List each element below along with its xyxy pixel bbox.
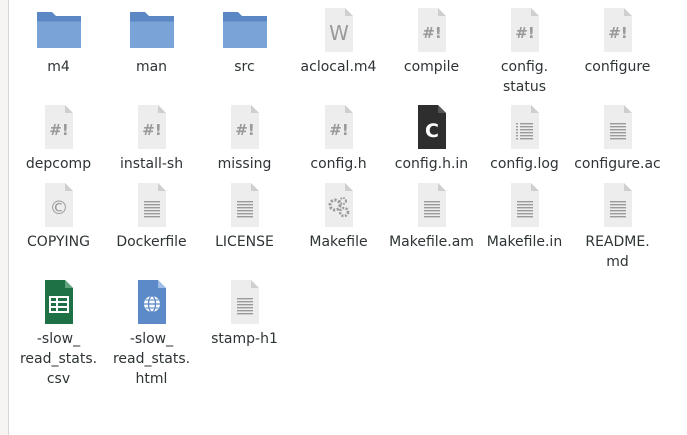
text-icon — [594, 181, 642, 229]
file-item-stamp-h1[interactable]: stamp-h1 — [198, 278, 291, 349]
spreadsheet-icon — [35, 278, 83, 326]
file-label: COPYING — [27, 234, 90, 250]
file-label: Makefile.am — [389, 234, 474, 250]
file-item-compile[interactable]: #! compile — [385, 6, 478, 77]
file-label: configure — [584, 59, 651, 75]
folder-icon — [221, 6, 269, 54]
file-item-install-sh[interactable]: #! install-sh — [105, 103, 198, 174]
file-item-readme[interactable]: README. md — [571, 181, 664, 272]
svg-text:#!: #! — [515, 24, 534, 42]
text-icon — [221, 181, 269, 229]
file-item-copying[interactable]: © COPYING — [12, 181, 105, 252]
svg-text:©: © — [49, 197, 68, 219]
file-item-configure-ac[interactable]: configure.ac — [571, 103, 664, 174]
file-grid: m4 man src W aclocal.m4 #! compile #! co… — [12, 0, 687, 435]
svg-text:W: W — [329, 21, 349, 45]
folder-icon — [128, 6, 176, 54]
file-label: -slow_ read_stats. html — [112, 331, 191, 387]
file-label: LICENSE — [215, 234, 274, 250]
file-item-man[interactable]: man — [105, 6, 198, 77]
file-label: -slow_ read_stats. csv — [19, 331, 98, 387]
script-icon: #! — [221, 103, 269, 151]
script-icon: #! — [501, 6, 549, 54]
script-icon: #! — [128, 103, 176, 151]
svg-text:C: C — [425, 120, 439, 142]
file-label: depcomp — [25, 156, 92, 172]
file-label: install-sh — [119, 156, 184, 172]
svg-text:#!: #! — [608, 24, 627, 42]
svg-text:#!: #! — [422, 24, 441, 42]
file-item-config-status[interactable]: #! config. status — [478, 6, 571, 97]
folder-icon — [35, 6, 83, 54]
file-item-config-h-in[interactable]: C config.h.in — [385, 103, 478, 174]
file-item-missing[interactable]: #! missing — [198, 103, 291, 174]
script-icon: #! — [594, 6, 642, 54]
file-item-src[interactable]: src — [198, 6, 291, 77]
file-item-makefile[interactable]: Makefile — [292, 181, 385, 252]
text-icon — [221, 278, 269, 326]
file-item-makefile-in[interactable]: Makefile.in — [478, 181, 571, 252]
file-item-makefile-am[interactable]: Makefile.am — [385, 181, 478, 252]
script-icon: #! — [408, 6, 456, 54]
text-icon — [408, 181, 456, 229]
file-label: config. status — [500, 59, 549, 95]
file-label: man — [135, 59, 168, 75]
svg-text:#!: #! — [142, 121, 161, 139]
file-label: src — [234, 59, 255, 75]
file-item-slow-read-stats-html[interactable]: -slow_ read_stats. html — [105, 278, 198, 389]
file-item-m4[interactable]: m4 — [12, 6, 105, 77]
text-icon — [501, 181, 549, 229]
file-label: missing — [217, 156, 272, 172]
makefile-icon — [315, 181, 363, 229]
file-label: README. md — [585, 234, 650, 270]
file-item-config-log[interactable]: config.log — [478, 103, 571, 174]
file-label: stamp-h1 — [211, 331, 278, 347]
script-icon: #! — [35, 103, 83, 151]
file-item-configure[interactable]: #! configure — [571, 6, 664, 77]
html-icon — [128, 278, 176, 326]
file-item-aclocal[interactable]: W aclocal.m4 — [292, 6, 385, 77]
script-icon: #! — [315, 103, 363, 151]
file-item-slow-read-stats-csv[interactable]: -slow_ read_stats. csv — [12, 278, 105, 389]
text-icon — [128, 181, 176, 229]
file-item-license[interactable]: LICENSE — [198, 181, 291, 252]
file-label: configure.ac — [574, 156, 661, 172]
c-source-icon: C — [408, 103, 456, 151]
file-label: Makefile — [309, 234, 368, 250]
log-icon — [501, 103, 549, 151]
text-icon — [594, 103, 642, 151]
file-label: config.log — [490, 156, 559, 172]
file-label: config.h.in — [394, 156, 469, 172]
file-item-depcomp[interactable]: #! depcomp — [12, 103, 105, 174]
file-label: Makefile.in — [486, 234, 563, 250]
sidebar-edge — [0, 0, 9, 435]
file-label: Dockerfile — [116, 234, 187, 250]
copyright-icon: © — [35, 181, 83, 229]
file-item-config-h[interactable]: #! config.h — [292, 103, 385, 174]
svg-text:#!: #! — [49, 121, 68, 139]
file-label: config.h — [310, 156, 367, 172]
file-label: m4 — [47, 59, 70, 75]
text-w-icon: W — [315, 6, 363, 54]
svg-text:#!: #! — [235, 121, 254, 139]
file-item-dockerfile[interactable]: Dockerfile — [105, 181, 198, 252]
file-label: aclocal.m4 — [300, 59, 377, 75]
svg-text:#!: #! — [329, 121, 348, 139]
file-label: compile — [403, 59, 460, 75]
